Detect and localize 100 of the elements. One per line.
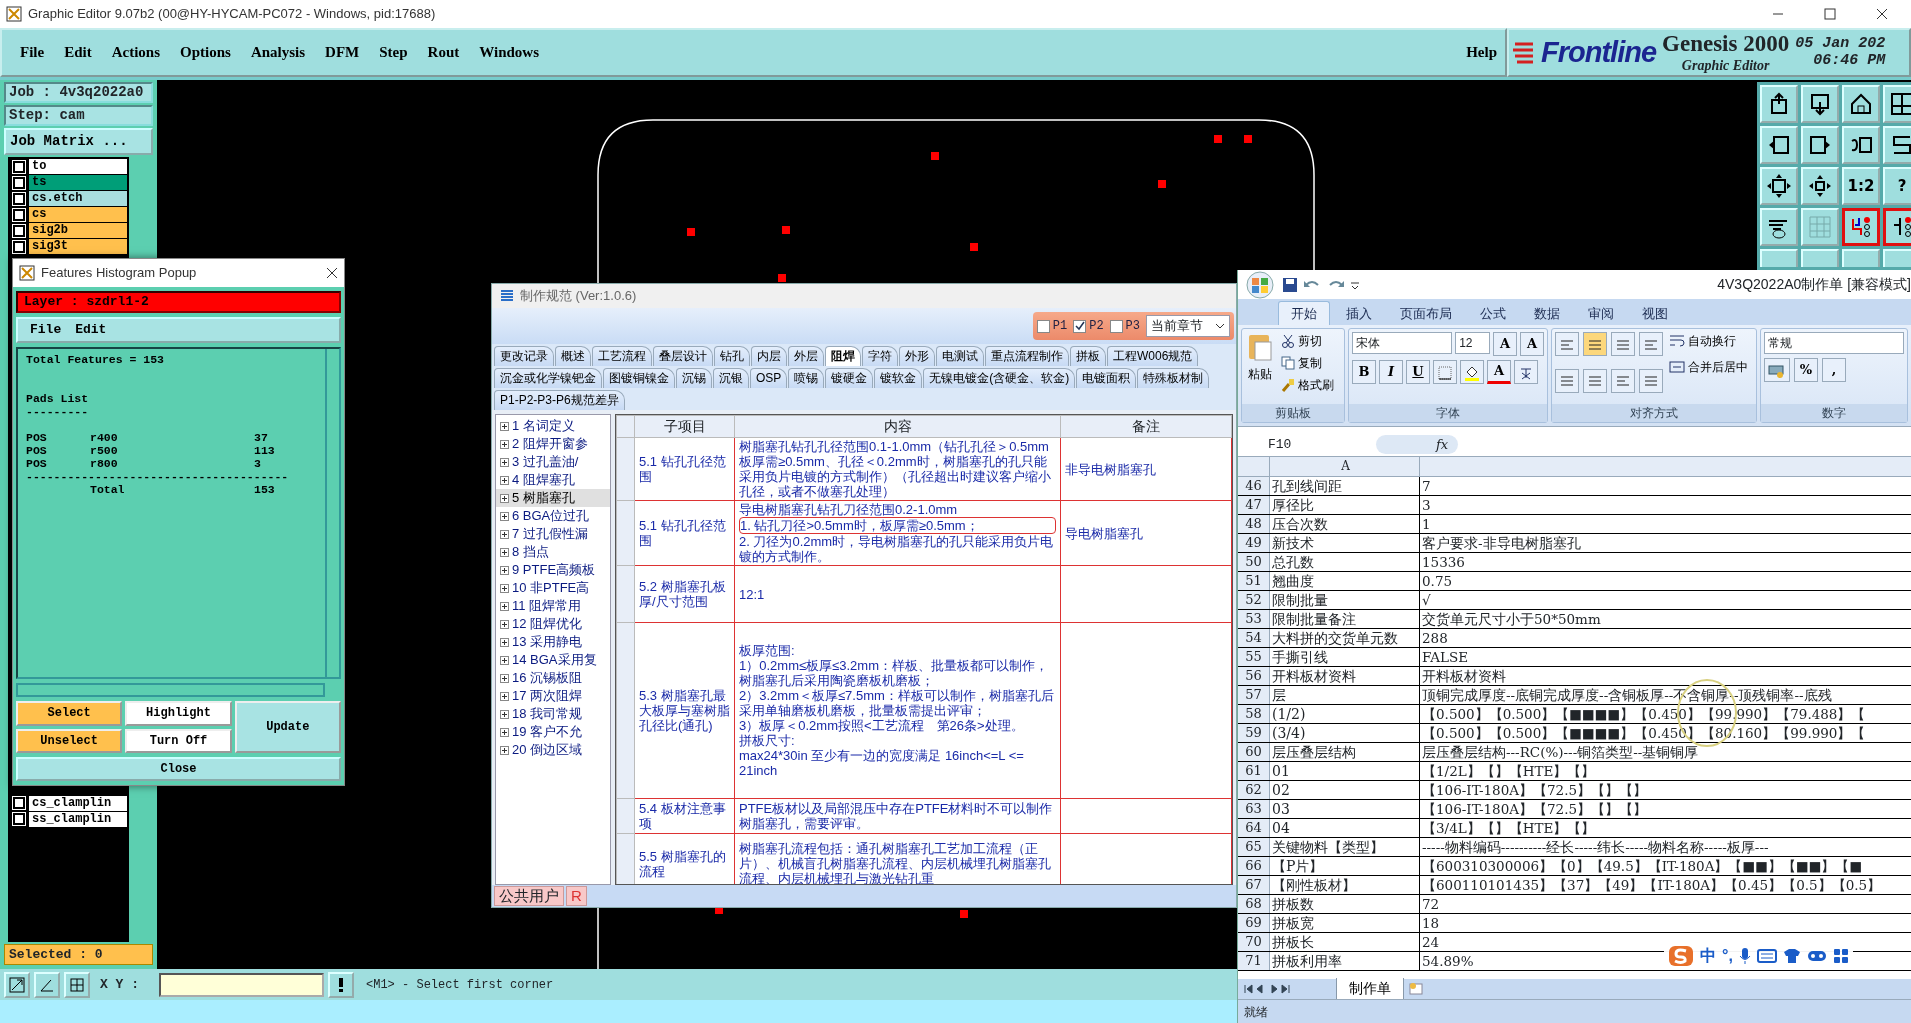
expand-icon[interactable]: [500, 493, 509, 503]
layer-checkbox[interactable]: [13, 240, 25, 253]
expand-icon[interactable]: [500, 727, 509, 737]
zoom-button[interactable]: [4, 971, 30, 998]
tab[interactable]: 镀软金: [874, 368, 923, 388]
expand-icon[interactable]: [500, 745, 509, 755]
expand-icon[interactable]: [500, 511, 509, 521]
tree-item[interactable]: 17 两次阻焊: [512, 687, 583, 705]
tab[interactable]: 拼板: [1070, 346, 1106, 366]
tree-item[interactable]: 4 阻焊塞孔: [512, 471, 575, 489]
ribbon-tab[interactable]: 数据: [1522, 301, 1572, 325]
tab[interactable]: 钻孔: [714, 346, 750, 366]
layer-checkbox[interactable]: [13, 176, 25, 189]
tree-item[interactable]: 10 非PTFE高: [512, 579, 590, 597]
expand-icon[interactable]: [500, 421, 509, 431]
close-button[interactable]: Close: [16, 757, 341, 781]
tree-item[interactable]: 7 过孔假性漏: [512, 525, 588, 543]
tab[interactable]: 字符: [862, 346, 898, 366]
tab[interactable]: 喷锡: [788, 368, 825, 388]
tab[interactable]: P1-P2-P3-P6规范差异: [494, 390, 625, 410]
tab[interactable]: 工程W006规范: [1107, 346, 1199, 366]
filter-checkbox[interactable]: [1036, 319, 1050, 333]
gamepad-icon[interactable]: [1806, 948, 1827, 963]
expand-icon[interactable]: [500, 529, 509, 539]
layer-name[interactable]: sig3t: [29, 239, 127, 254]
layer-name[interactable]: ts: [29, 175, 127, 190]
close-icon[interactable]: [326, 267, 338, 279]
job-matrix-button[interactable]: Job Matrix ...: [4, 128, 153, 155]
tab[interactable]: 沉锡: [676, 368, 712, 388]
cut-button[interactable]: 剪切: [1279, 332, 1336, 350]
menu-item[interactable]: Edit: [71, 320, 111, 340]
layer-checkbox[interactable]: [13, 160, 25, 173]
shrink-font-button[interactable]: A: [1520, 332, 1544, 356]
tab[interactable]: 电测试: [936, 346, 984, 366]
expand-icon[interactable]: [500, 475, 509, 485]
wrap-text-button[interactable]: 自动换行: [1667, 332, 1750, 350]
alignment-button[interactable]: [1639, 332, 1663, 356]
font-color-button[interactable]: A: [1487, 360, 1511, 384]
layer-checkbox[interactable]: [13, 224, 25, 237]
menu-item[interactable]: Actions: [103, 39, 168, 66]
menu-item[interactable]: Options: [172, 39, 239, 66]
filter-checkbox[interactable]: [1073, 319, 1087, 333]
expand-icon[interactable]: [500, 547, 509, 557]
menu-item[interactable]: Rout: [419, 39, 468, 66]
menu-item[interactable]: File: [12, 39, 53, 66]
close-icon[interactable]: [1876, 8, 1888, 20]
tree-item[interactable]: 14 BGA采用复: [512, 651, 597, 669]
tree-item[interactable]: 12 阻焊优化: [512, 615, 583, 633]
layer-name[interactable]: sig2b: [29, 223, 127, 238]
expand-icon[interactable]: [500, 637, 509, 647]
microphone-icon[interactable]: [1738, 946, 1751, 965]
expand-icon[interactable]: [500, 439, 509, 449]
tab[interactable]: 外层: [788, 346, 824, 366]
expand-icon[interactable]: [500, 655, 509, 665]
layer-checkbox[interactable]: [13, 192, 25, 205]
menu-item[interactable]: Edit: [56, 39, 100, 66]
ribbon-tab[interactable]: 审阅: [1576, 301, 1626, 325]
italic-button[interactable]: I: [1379, 360, 1403, 384]
ribbon-tab[interactable]: 视图: [1630, 301, 1680, 325]
toolbar-button[interactable]: 1:2: [1842, 167, 1880, 205]
tab[interactable]: 沉金或化学镍钯金: [494, 368, 602, 388]
tree-item[interactable]: 1 名词定义: [512, 417, 575, 435]
alignment-button[interactable]: [1639, 368, 1663, 393]
tree-item[interactable]: 13 采用静电: [512, 633, 583, 651]
tree-item[interactable]: 9 PTFE高频板: [512, 561, 596, 579]
tree-item[interactable]: 8 挡点: [512, 543, 549, 561]
tab[interactable]: 工艺流程: [592, 346, 652, 366]
toolbar-button[interactable]: [1883, 208, 1911, 246]
ribbon-tab[interactable]: 插入: [1334, 301, 1384, 325]
tab[interactable]: 无镍电镀金(含硬金、软金): [923, 368, 1076, 388]
bold-button[interactable]: B: [1352, 360, 1376, 384]
menu-item[interactable]: Analysis: [242, 39, 314, 66]
help-menu[interactable]: Help: [1458, 39, 1505, 66]
tab[interactable]: 重点流程制作: [985, 346, 1069, 366]
tab[interactable]: 图镀铜镍金: [603, 368, 675, 388]
measure-button[interactable]: [34, 971, 60, 998]
layer-name[interactable]: cs: [29, 207, 127, 222]
expand-icon[interactable]: [500, 457, 509, 467]
filter-checkbox[interactable]: [1109, 319, 1123, 333]
tree-item[interactable]: 19 客户不允: [512, 723, 583, 741]
menu-item[interactable]: Windows: [471, 39, 547, 66]
grow-font-button[interactable]: A: [1493, 332, 1517, 356]
alignment-button[interactable]: [1555, 332, 1579, 356]
scope-dropdown[interactable]: 当前章节: [1146, 315, 1230, 337]
font-size-field[interactable]: 12: [1455, 332, 1490, 354]
underline-button[interactable]: U: [1406, 360, 1430, 384]
tab[interactable]: 阻焊: [825, 346, 861, 366]
layer-name[interactable]: cs_clamplin: [29, 795, 127, 811]
ribbon-tab[interactable]: 页面布局: [1388, 301, 1464, 325]
alignment-button[interactable]: [1611, 368, 1635, 393]
alignment-button[interactable]: [1555, 368, 1579, 393]
font-name-field[interactable]: 宋体: [1352, 332, 1453, 354]
menu-item[interactable]: Step: [371, 39, 416, 66]
expand-icon[interactable]: [500, 673, 509, 683]
layer-checkbox[interactable]: [13, 813, 25, 825]
maximize-icon[interactable]: [1824, 8, 1836, 20]
expand-icon[interactable]: [500, 601, 509, 611]
grid-button[interactable]: [64, 971, 90, 998]
layer-checkbox[interactable]: [13, 797, 25, 809]
horizontal-scrollbar[interactable]: [16, 683, 325, 697]
